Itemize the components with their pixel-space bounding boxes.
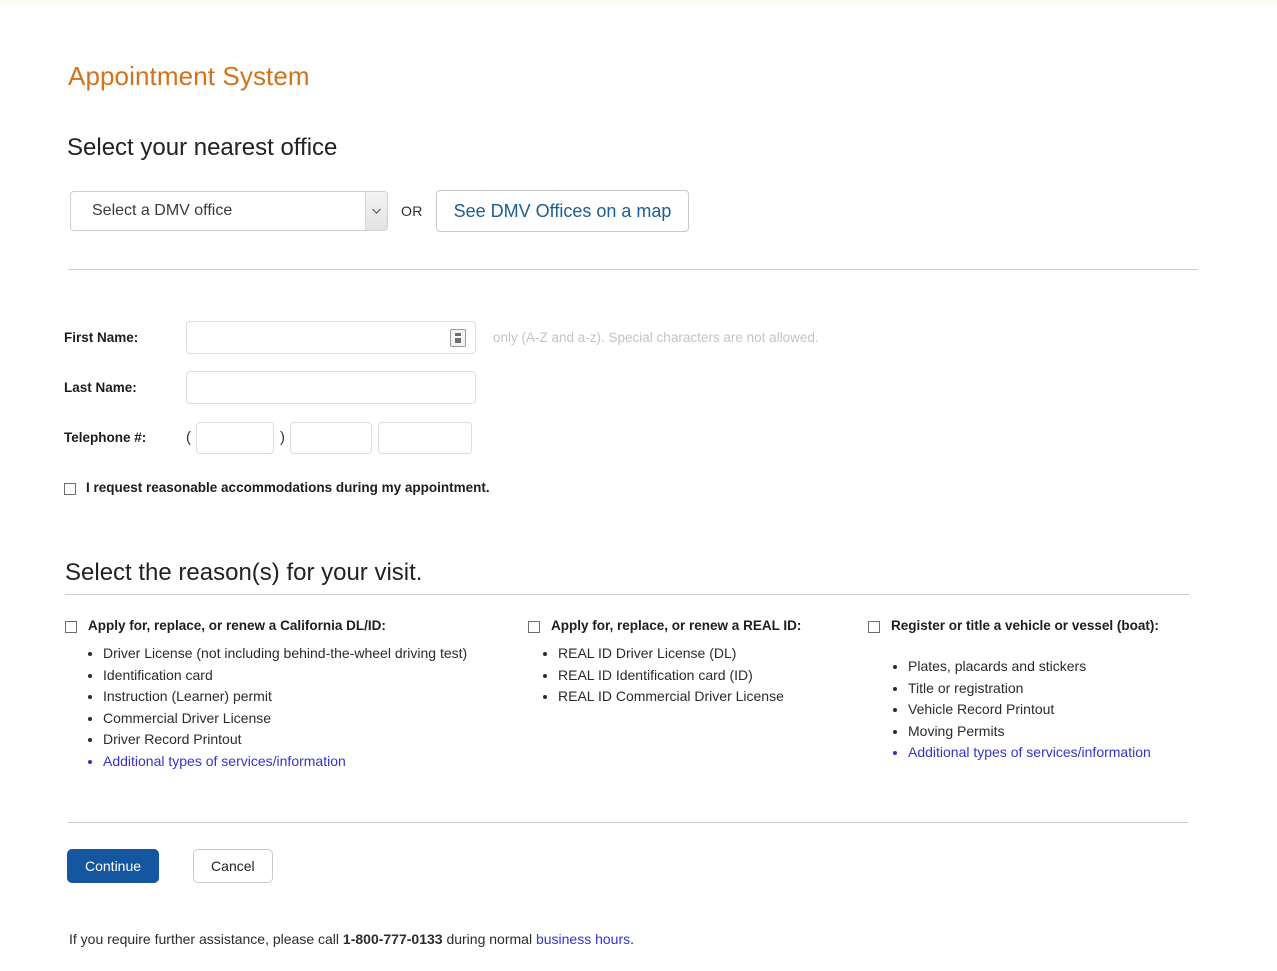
dmv-office-select[interactable]: Select a DMV office	[70, 191, 388, 231]
reason-checkbox-california-dl-id[interactable]	[65, 621, 77, 633]
list-item-text: Identification card	[103, 666, 213, 683]
office-selection-row: Select a DMV office OR See DMV Offices o…	[70, 190, 690, 232]
list-item-text: REAL ID Driver License (DL)	[558, 645, 737, 661]
list-item-text: Additional types of services/information	[103, 752, 346, 769]
telephone-paren-close: )	[280, 429, 285, 446]
list-item-text: REAL ID Commercial Driver License	[558, 688, 784, 704]
list-item: Plates, placards and stickers	[908, 656, 1208, 678]
business-hours-link[interactable]: business hours	[536, 931, 630, 947]
see-dmv-offices-map-button[interactable]: See DMV Offices on a map	[435, 190, 690, 232]
list-item: Identification card	[103, 665, 525, 687]
first-name-input[interactable]	[186, 321, 476, 354]
list-item: Title or registration	[908, 678, 1208, 700]
reason-header[interactable]: Apply for, replace, or renew a Californi…	[65, 618, 525, 633]
reason-column-real-id: Apply for, replace, or renew a REAL ID: …	[528, 618, 868, 708]
list-item: Commercial Driver License	[103, 708, 525, 730]
first-name-hint: only (A-Z and a-z). Special characters a…	[493, 330, 819, 345]
list-item-text: Instruction (Learner) permit	[103, 688, 272, 704]
reason-item-list: Driver License (not including behind-the…	[65, 643, 525, 772]
reason-header[interactable]: Apply for, replace, or renew a REAL ID:	[528, 618, 868, 633]
reason-column-california-dl-id: Apply for, replace, or renew a Californi…	[65, 618, 525, 772]
list-item: REAL ID Driver License (DL)	[558, 643, 868, 665]
list-item: Driver License (not including behind-the…	[103, 643, 525, 665]
reason-checkbox-real-id[interactable]	[528, 621, 540, 633]
page-top-tint	[0, 0, 1277, 6]
divider-actions	[68, 822, 1188, 823]
reason-item-list: Plates, placards and stickers Title or r…	[868, 656, 1208, 764]
reason-title: Apply for, replace, or renew a Californi…	[88, 618, 386, 633]
accommodations-checkbox[interactable]	[64, 483, 76, 495]
last-name-input[interactable]	[186, 371, 476, 404]
chevron-down-icon[interactable]	[365, 192, 387, 230]
or-separator-label: OR	[401, 203, 423, 219]
telephone-label: Telephone #:	[64, 430, 147, 445]
page-title: Appointment System	[68, 61, 310, 91]
reason-title: Register or title a vehicle or vessel (b…	[891, 618, 1159, 633]
action-buttons: Continue Cancel	[67, 849, 273, 883]
last-name-label: Last Name:	[64, 380, 137, 395]
list-item-text: Moving Permits	[908, 722, 1005, 739]
accommodations-row: I request reasonable accommodations duri…	[64, 480, 490, 495]
list-item-text: Driver Record Printout	[103, 731, 242, 747]
list-item: Vehicle Record Printout	[908, 699, 1208, 721]
list-item-text: Vehicle Record Printout	[908, 701, 1055, 717]
cancel-button[interactable]: Cancel	[193, 849, 273, 883]
footer-prefix: If you require further assistance, pleas…	[69, 931, 343, 947]
list-item-text: REAL ID Identification card (ID)	[558, 666, 753, 683]
footer-phone-number: 1-800-777-0133	[342, 931, 443, 947]
reason-item-list: REAL ID Driver License (DL) REAL ID Iden…	[528, 643, 868, 708]
additional-services-link[interactable]: Additional types of services/information	[103, 751, 525, 773]
continue-button[interactable]: Continue	[67, 849, 160, 883]
list-item: Moving Permits	[908, 721, 1208, 743]
first-name-label: First Name:	[64, 330, 139, 345]
list-item: REAL ID Identification card (ID)	[558, 665, 868, 687]
list-item: Instruction (Learner) permit	[103, 686, 525, 708]
list-item-text: Commercial Driver License	[103, 709, 272, 726]
reason-header[interactable]: Register or title a vehicle or vessel (b…	[868, 618, 1208, 633]
reason-column-vehicle-vessel: Register or title a vehicle or vessel (b…	[868, 618, 1208, 764]
telephone-area-code-input[interactable]	[196, 422, 274, 454]
telephone-paren-open: (	[186, 429, 191, 446]
divider-reasons	[65, 594, 1189, 595]
list-item-text: Additional types of services/information	[908, 744, 1151, 760]
office-section-heading: Select your nearest office	[67, 134, 338, 161]
footer-assistance-text: If you require further assistance, pleas…	[69, 931, 634, 947]
reasons-section-heading: Select the reason(s) for your visit.	[65, 559, 423, 586]
footer-middle: during normal	[442, 931, 536, 947]
list-item-text: Driver License (not including behind-the…	[103, 645, 468, 661]
telephone-prefix-input[interactable]	[290, 422, 372, 454]
reason-title: Apply for, replace, or renew a REAL ID:	[551, 618, 802, 633]
footer-suffix: .	[630, 931, 635, 947]
additional-services-link[interactable]: Additional types of services/information	[908, 742, 1208, 764]
dmv-office-select-value: Select a DMV office	[92, 202, 233, 219]
list-item-text: Title or registration	[908, 679, 1024, 696]
list-item-text: Plates, placards and stickers	[908, 658, 1087, 674]
divider-top	[68, 269, 1198, 270]
accommodations-label: I request reasonable accommodations duri…	[86, 480, 490, 495]
telephone-line-input[interactable]	[378, 422, 472, 454]
list-item: REAL ID Commercial Driver License	[558, 686, 868, 708]
list-item: Driver Record Printout	[103, 729, 525, 751]
reason-checkbox-vehicle-vessel[interactable]	[868, 621, 880, 633]
contact-card-icon[interactable]	[450, 329, 466, 347]
